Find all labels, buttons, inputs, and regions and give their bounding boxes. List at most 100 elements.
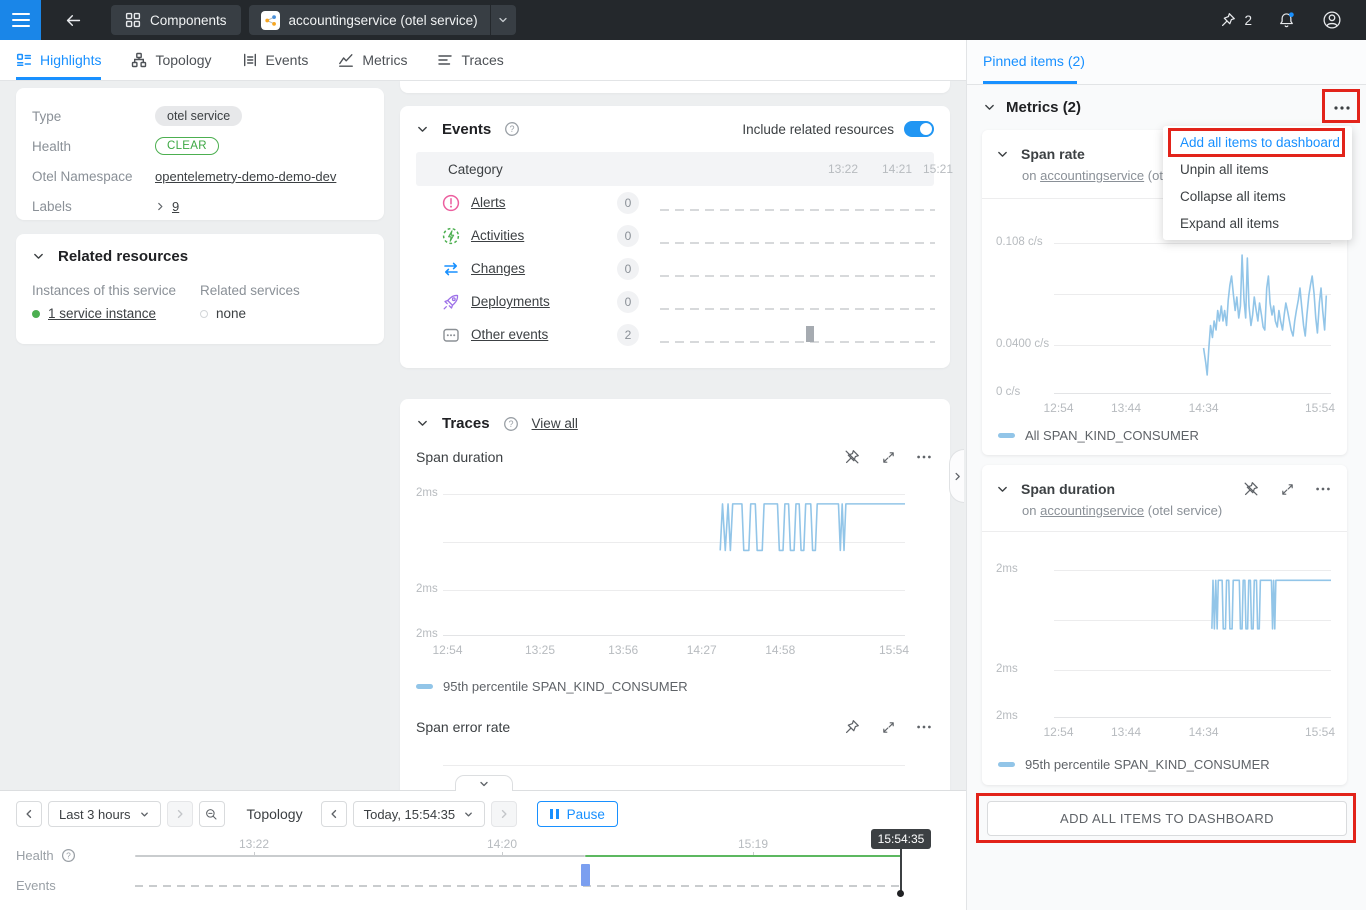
time-cursor-dot[interactable] (897, 890, 904, 897)
event-bar[interactable] (806, 326, 814, 342)
other-events-icon (441, 325, 461, 345)
tab-topology[interactable]: Topology (131, 40, 211, 80)
timeline-tick: 14:20 (487, 837, 517, 851)
timeline-tick: 15:19 (738, 837, 768, 851)
help-icon[interactable]: ? (504, 121, 520, 137)
chevron-down-icon[interactable] (416, 123, 429, 136)
pause-button[interactable]: Pause (537, 801, 618, 827)
type-label: Type (32, 109, 155, 124)
pin-icon[interactable] (842, 717, 862, 737)
expand-icon[interactable] (878, 717, 898, 737)
chevron-down-icon[interactable] (996, 148, 1009, 161)
changes-link[interactable]: Changes (471, 261, 525, 276)
alerts-link[interactable]: Alerts (471, 195, 506, 210)
entity-tab-dropdown[interactable] (490, 5, 516, 35)
other-events-link[interactable]: Other events (471, 327, 548, 342)
entity-tab-main[interactable]: accountingservice (otel service) (249, 5, 490, 35)
events-timeline[interactable] (135, 885, 901, 887)
tab-metrics[interactable]: Metrics (338, 40, 407, 80)
range-back-button[interactable] (16, 801, 42, 827)
expand-icon[interactable] (878, 447, 898, 467)
span-duration-header: Span duration (416, 447, 934, 467)
service-link[interactable]: accountingservice (1040, 503, 1144, 518)
unpin-icon[interactable] (1241, 479, 1261, 499)
include-related-toggle[interactable] (904, 121, 934, 137)
chevron-right-icon[interactable] (155, 201, 166, 212)
unpin-icon[interactable] (842, 447, 862, 467)
menu-item-collapse-all[interactable]: Collapse all items (1163, 183, 1352, 210)
help-icon[interactable]: ? (61, 848, 76, 863)
health-timeline-unknown[interactable] (135, 855, 585, 857)
time-forward-button[interactable] (491, 801, 517, 827)
pinned-items-button[interactable]: 2 (1213, 11, 1258, 29)
help-icon[interactable]: ? (503, 416, 519, 432)
changes-sparkline (660, 259, 935, 279)
event-row-other: Other events 2 (400, 318, 950, 351)
back-button[interactable] (55, 0, 91, 40)
chevron-down-icon (139, 809, 150, 820)
timeline-controls: Last 3 hours Topology Today, 15:54:35 Pa… (16, 801, 618, 827)
span-duration-chart: 2ms 2ms 2ms 12:54 13:25 13:56 14:27 14:5… (416, 494, 905, 635)
health-label: Health (32, 139, 155, 154)
current-time-dropdown[interactable]: Today, 15:54:35 (353, 801, 486, 827)
more-options-icon[interactable] (1313, 479, 1333, 499)
chevron-down-icon[interactable] (983, 101, 996, 114)
other-events-count-badge: 2 (617, 324, 639, 346)
health-timeline-clear[interactable] (585, 855, 901, 857)
notifications-button[interactable] (1268, 0, 1304, 40)
timeline-collapse-tab[interactable] (455, 775, 513, 791)
pinned-items-tab[interactable]: Pinned items (2) (983, 53, 1085, 69)
more-options-icon[interactable] (914, 717, 934, 737)
activities-link[interactable]: Activities (471, 228, 524, 243)
topology-time-label: Topology (247, 806, 303, 822)
other-events-sparkline (660, 325, 935, 345)
chevron-down-icon[interactable] (996, 483, 1009, 496)
panel-collapse-handle[interactable] (949, 449, 964, 503)
span-rate-series (1054, 243, 1331, 393)
highlights-icon (16, 52, 32, 68)
service-link[interactable]: accountingservice (1040, 168, 1144, 183)
service-instance-link[interactable]: 1 service instance (48, 306, 156, 321)
menu-item-unpin-all[interactable]: Unpin all items (1163, 156, 1352, 183)
tab-label: Events (266, 52, 309, 68)
menu-item-expand-all[interactable]: Expand all items (1163, 210, 1352, 237)
zoom-out-button[interactable] (199, 801, 225, 827)
hamburger-menu-button[interactable] (0, 0, 41, 40)
pinned-panel-header: Pinned items (2) (967, 40, 1366, 85)
time-range-dropdown[interactable]: Last 3 hours (48, 801, 161, 827)
tab-events[interactable]: Events (242, 40, 309, 80)
view-all-link[interactable]: View all (532, 416, 578, 431)
time-back-button[interactable] (321, 801, 347, 827)
y-axis-label: 0 c/s (996, 386, 1020, 398)
labels-count-link[interactable]: 9 (172, 199, 179, 214)
tab-highlights[interactable]: Highlights (16, 40, 101, 80)
metrics-section-menu-button[interactable] (1332, 98, 1352, 118)
event-marker[interactable] (581, 864, 590, 886)
time-cursor-line[interactable] (900, 849, 902, 892)
user-menu-button[interactable] (1314, 0, 1350, 40)
x-axis: 12:54 13:44 14:34 15:54 (1054, 725, 1331, 741)
chevron-down-icon[interactable] (416, 417, 429, 430)
chevron-down-icon[interactable] (32, 250, 45, 263)
namespace-row: Otel Namespace opentelemetry-demo-demo-d… (32, 161, 368, 191)
metrics-section-title: Metrics (2) (1006, 99, 1081, 116)
health-row: Health CLEAR (32, 131, 368, 161)
on-prefix: on (1022, 503, 1036, 518)
deployments-link[interactable]: Deployments (471, 294, 550, 309)
more-options-icon[interactable] (914, 447, 934, 467)
span-duration-card: Span duration on accountingservice (otel… (982, 465, 1347, 785)
entity-tab[interactable]: accountingservice (otel service) (249, 5, 516, 35)
add-all-items-button[interactable]: ADD ALL ITEMS TO DASHBOARD (987, 801, 1347, 836)
menu-item-add-all-to-dashboard[interactable]: Add all items to dashboard (1163, 129, 1352, 156)
arrow-left-icon (64, 11, 83, 30)
expand-icon[interactable] (1277, 479, 1297, 499)
components-button[interactable]: Components (111, 5, 241, 35)
y-axis-label: 0.108 c/s (996, 236, 1043, 248)
range-forward-button[interactable] (167, 801, 193, 827)
legend-label: 95th percentile SPAN_KIND_CONSUMER (443, 679, 688, 694)
legend-label: 95th percentile SPAN_KIND_CONSUMER (1025, 757, 1270, 772)
span-error-rate-header: Span error rate (416, 717, 934, 737)
tab-traces[interactable]: Traces (437, 40, 503, 80)
components-label: Components (150, 13, 227, 28)
namespace-link[interactable]: opentelemetry-demo-demo-dev (155, 169, 336, 184)
